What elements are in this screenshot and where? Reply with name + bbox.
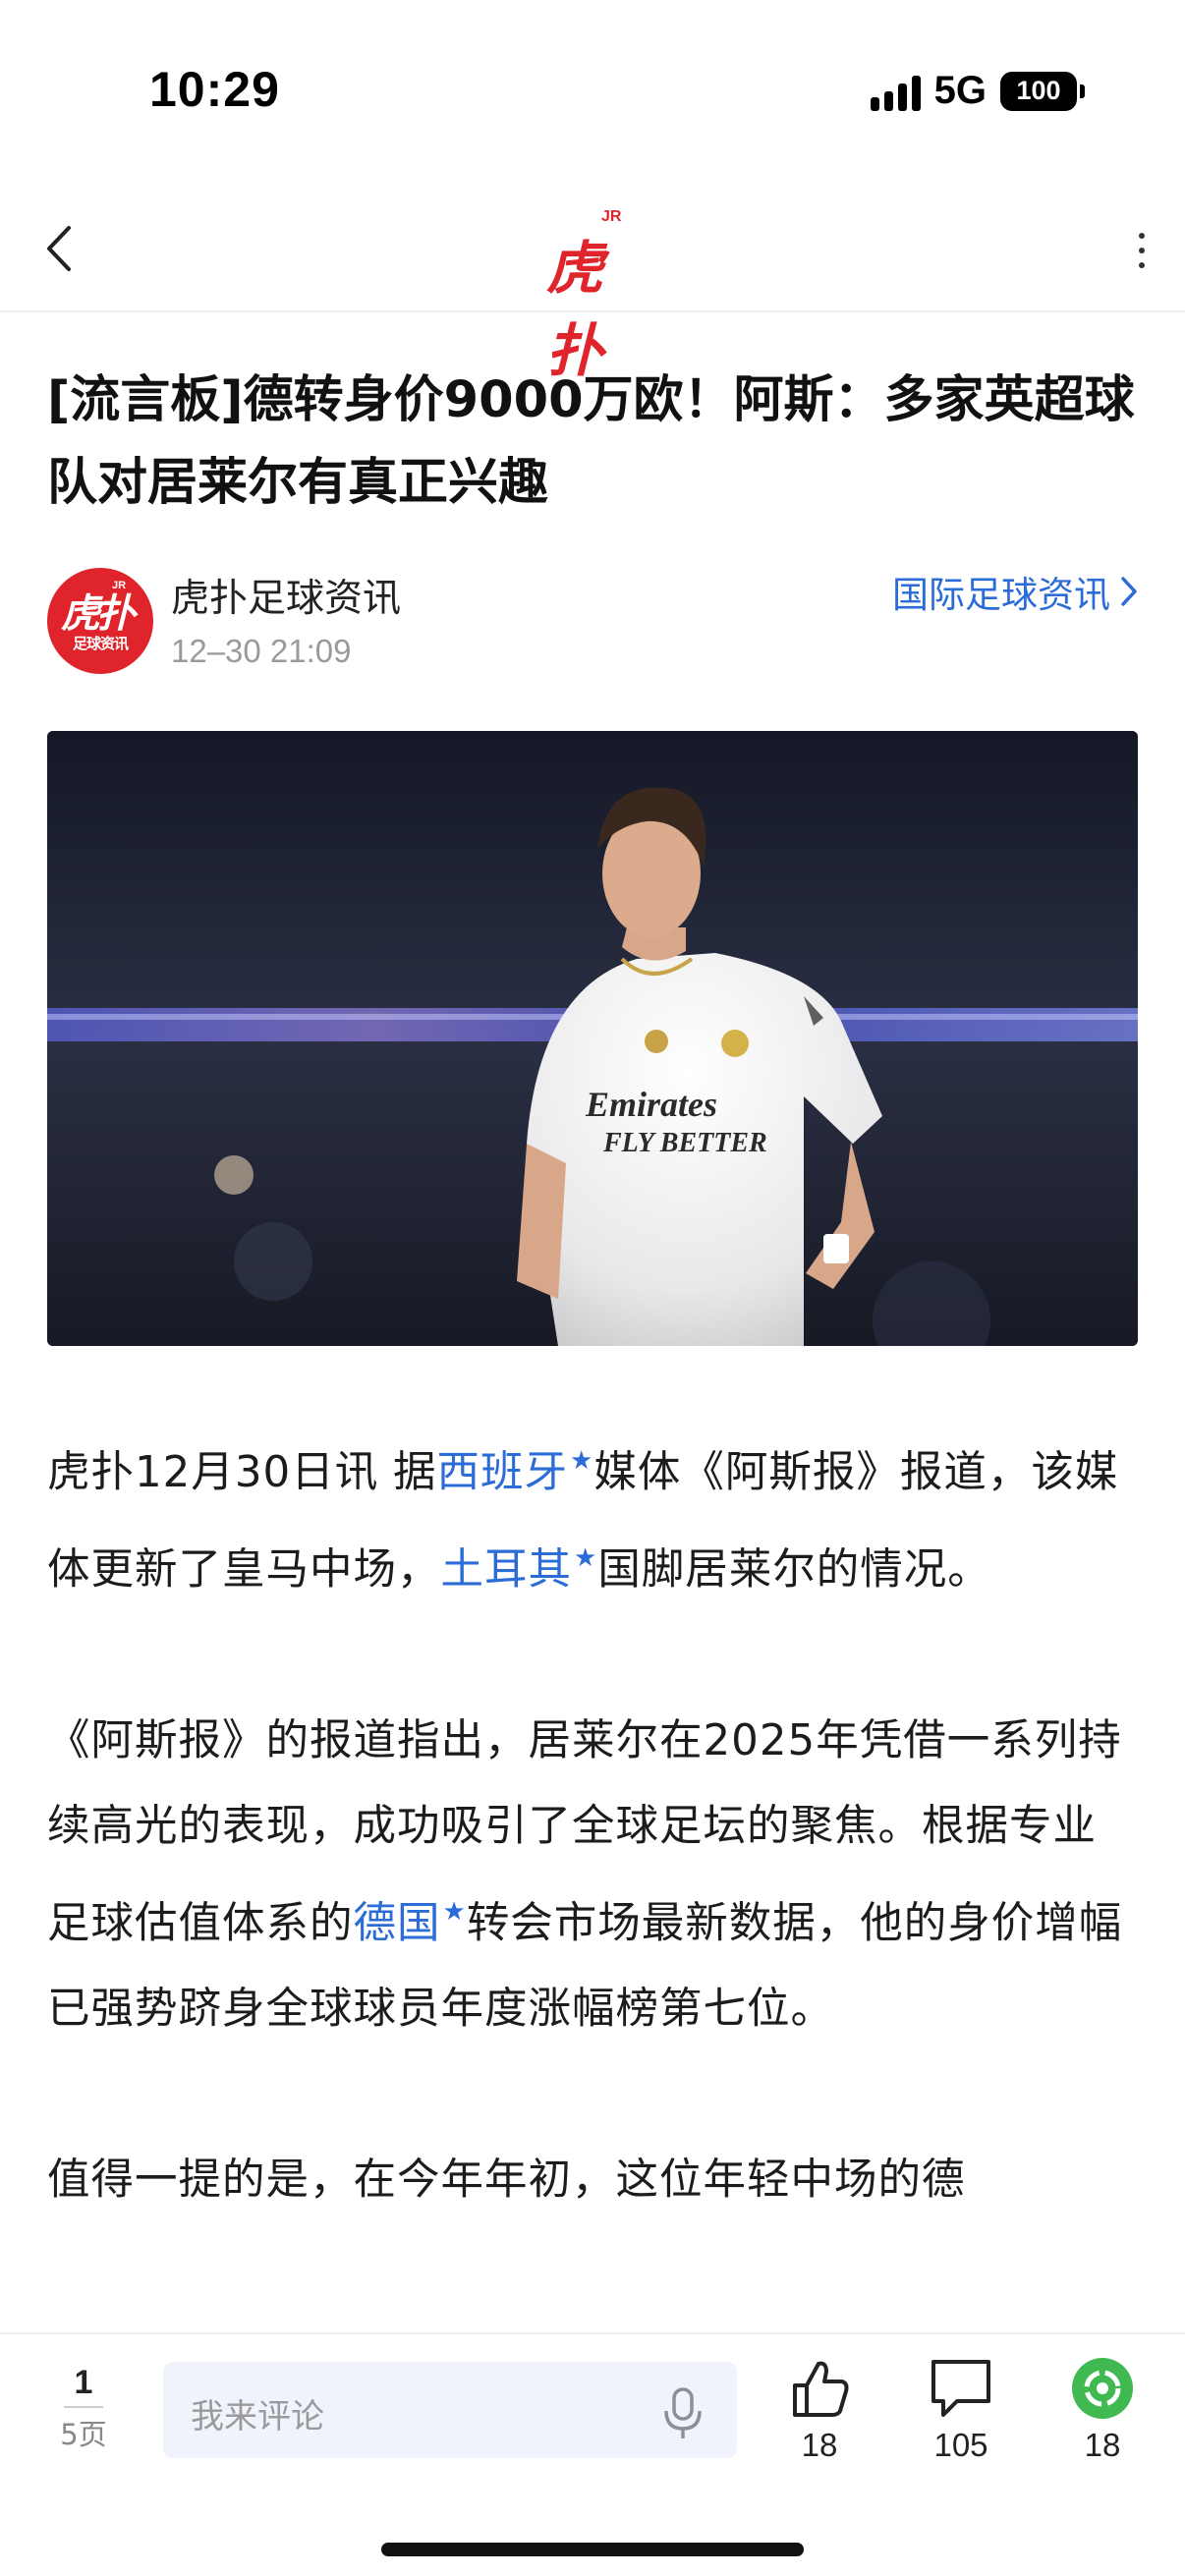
svg-text:Emirates: Emirates xyxy=(585,1085,717,1124)
status-indicators: 5G 100 xyxy=(870,69,1085,113)
article-paragraph: 值得一提的是，在今年年初，这位年轻中场的德 xyxy=(47,2138,1140,2223)
entity-label: 土耳其 xyxy=(440,1545,572,1595)
back-button[interactable] xyxy=(29,214,88,283)
home-indicator[interactable] xyxy=(381,2543,804,2556)
text-span: 值得一提的是，在今年年初，这位年轻中场的德 xyxy=(47,2156,966,2205)
publish-time: 12–30 21:09 xyxy=(171,633,352,669)
category-link-label: 国际足球资讯 xyxy=(892,574,1110,616)
avatar-subtext: 足球资讯 xyxy=(72,635,129,652)
avatar-logo-badge: JR xyxy=(112,580,127,591)
pager-divider xyxy=(64,2406,103,2408)
comment-placeholder: 我来评论 xyxy=(191,2397,324,2436)
status-bar: 10:29 5G 100 xyxy=(0,0,1185,167)
comment-bubble-icon xyxy=(931,2360,990,2417)
chevron-right-icon xyxy=(1121,577,1137,606)
star-icon: ★ xyxy=(442,1897,467,1927)
share-circle-icon xyxy=(1072,2358,1133,2419)
svg-text:FLY BETTER: FLY BETTER xyxy=(602,1128,767,1158)
player-photo-illustration: Emirates FLY BETTER xyxy=(47,731,1138,1346)
entity-label: 德国 xyxy=(353,1899,441,1948)
article-title: [流言板]德转身价9000万欧！阿斯：多家英超球队对居莱尔有真正兴趣 xyxy=(47,371,1135,512)
nav-bar: 虎扑 JR xyxy=(0,187,1185,384)
network-type: 5G xyxy=(933,69,987,112)
entity-link-spain[interactable]: 西班牙★ xyxy=(436,1446,594,1497)
entity-link-turkey[interactable]: 土耳其★ xyxy=(440,1543,598,1595)
share-button[interactable]: 18 xyxy=(1053,2356,1152,2464)
signal-strength-icon xyxy=(870,72,921,111)
microphone-icon[interactable] xyxy=(658,2383,707,2442)
category-link[interactable]: 国际足球资讯 xyxy=(892,566,1138,617)
star-icon: ★ xyxy=(570,1446,594,1476)
comment-count: 105 xyxy=(933,2427,988,2463)
article-body: 虎扑12月30日讯 据西班牙★媒体《阿斯报》报道，该媒体更新了皇马中场，土耳其★… xyxy=(47,1419,1140,2309)
star-icon: ★ xyxy=(574,1543,598,1573)
battery-icon: 100 xyxy=(1000,71,1085,111)
chevron-left-icon xyxy=(47,226,71,271)
more-button[interactable] xyxy=(1120,216,1163,285)
article-paragraph: 虎扑12月30日讯 据西班牙★媒体《阿斯报》报道，该媒体更新了皇马中场，土耳其★… xyxy=(47,1419,1140,1613)
article-hero-image[interactable]: Emirates FLY BETTER xyxy=(47,731,1138,1346)
page-total: 5页 xyxy=(60,2418,107,2451)
entity-link-germany[interactable]: 德国★ xyxy=(353,1897,467,1948)
more-vertical-icon xyxy=(1139,233,1145,239)
page-current: 1 xyxy=(74,2364,93,2401)
comments-button[interactable]: 105 xyxy=(912,2356,1010,2464)
logo-badge: JR xyxy=(601,208,622,225)
author-avatar[interactable]: 虎扑 JR 足球资讯 xyxy=(47,568,153,674)
author-row: 虎扑 JR 足球资讯 虎扑足球资讯 12–30 21:09 国际足球资讯 xyxy=(47,566,1138,674)
bottom-action-bar: 1 5页 我来评论 18 105 18 xyxy=(0,2332,1185,2576)
status-time: 10:29 xyxy=(149,62,280,117)
article-paragraph: 《阿斯报》的报道指出，居莱尔在2025年凭借一系列持续高光的表现，成功吸引了全球… xyxy=(47,1699,1140,2052)
text-span: 国脚居莱尔的情况。 xyxy=(597,1545,991,1595)
page-indicator[interactable]: 1 5页 xyxy=(39,2364,128,2453)
share-count: 18 xyxy=(1084,2427,1121,2463)
text-span: 虎扑12月30日讯 据 xyxy=(47,1448,437,1497)
article-page: 10:29 5G 100 虎扑 JR [流言板]德转身价9000万欧！阿斯：多家… xyxy=(0,0,1185,2576)
thumbs-up-icon xyxy=(793,2361,849,2417)
entity-label: 西班牙 xyxy=(436,1448,569,1497)
like-button[interactable]: 18 xyxy=(770,2356,869,2464)
author-name[interactable]: 虎扑足球资讯 xyxy=(171,568,401,623)
hupu-logo: 虎扑 JR xyxy=(546,208,641,384)
comment-input[interactable]: 我来评论 xyxy=(163,2362,737,2458)
like-count: 18 xyxy=(801,2427,838,2463)
